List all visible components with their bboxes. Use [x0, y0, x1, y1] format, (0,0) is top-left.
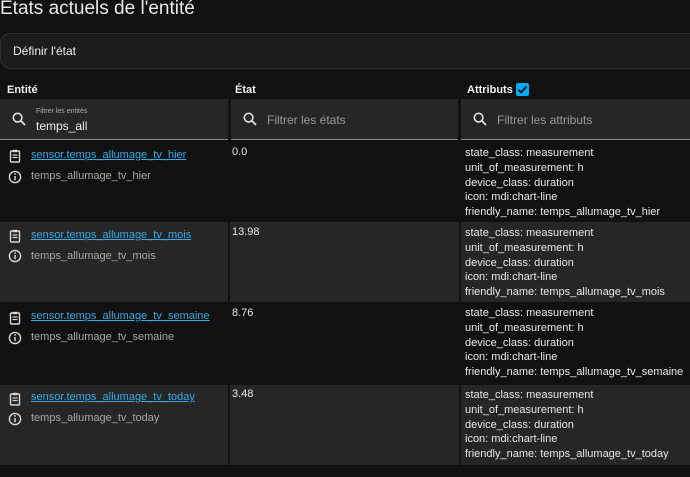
info-circle-icon[interactable] [8, 170, 22, 184]
entity-name: temps_allumage_tv_hier [31, 170, 151, 182]
entity-attributes: state_class: measurement unit_of_measure… [465, 388, 669, 462]
attribute-line: device_class: duration [465, 256, 574, 269]
entity-name: temps_allumage_tv_semaine [31, 331, 175, 343]
column-header-entity: Entité [7, 84, 38, 96]
set-state-panel[interactable]: Définir l'état [0, 33, 690, 69]
attributes-checkbox[interactable] [516, 83, 529, 96]
attribute-line: friendly_name: temps_allumage_tv_today [465, 448, 669, 461]
entity-attributes: state_class: measurement unit_of_measure… [465, 306, 683, 380]
attribute-line: icon: mdi:chart-line [465, 351, 558, 364]
clipboard-icon[interactable] [8, 229, 22, 243]
entity-filter-value: temps_all [36, 119, 88, 133]
entity-state: 3.48 [232, 388, 254, 400]
entity-id-link[interactable]: sensor.temps_allumage_tv_mois [31, 229, 191, 241]
entity-name: temps_allumage_tv_today [31, 412, 160, 424]
info-circle-icon[interactable] [8, 331, 22, 345]
entity-name: temps_allumage_tv_mois [31, 250, 156, 262]
entity-state: 13.98 [232, 226, 260, 238]
magnify-icon [12, 112, 26, 126]
page-title: États actuels de l'entité [0, 0, 195, 19]
info-circle-icon[interactable] [8, 249, 22, 263]
entity-id-link[interactable]: sensor.temps_allumage_tv_today [31, 391, 195, 403]
attribute-line: unit_of_measurement: h [465, 403, 584, 416]
attribute-line: friendly_name: temps_allumage_tv_hier [465, 206, 661, 219]
attribute-line: state_class: measurement [465, 389, 594, 401]
entity-filter-label: Filtrer les entités [36, 108, 88, 115]
attribute-line: friendly_name: temps_allumage_tv_semaine [465, 366, 684, 379]
column-header-attributes: Attributs [467, 84, 513, 96]
state-filter-placeholder: Filtrer les états [267, 113, 346, 127]
attribute-line: icon: mdi:chart-line [465, 191, 558, 204]
entity-attributes: state_class: measurement unit_of_measure… [465, 226, 665, 300]
attribute-line: state_class: measurement [465, 227, 594, 239]
attribute-line: unit_of_measurement: h [465, 161, 584, 174]
entity-id-link[interactable]: sensor.temps_allumage_tv_hier [31, 149, 186, 161]
attribute-line: device_class: duration [465, 336, 574, 349]
attribute-line: icon: mdi:chart-line [465, 433, 558, 446]
entity-attributes: state_class: measurement unit_of_measure… [465, 146, 660, 220]
attribute-line: device_class: duration [465, 418, 574, 431]
clipboard-icon[interactable] [8, 311, 22, 325]
magnify-icon [243, 112, 257, 126]
attribute-line: state_class: measurement [465, 307, 594, 319]
clipboard-icon[interactable] [8, 149, 22, 163]
set-state-label: Définir l'état [13, 44, 76, 58]
table-row: sensor.temps_allumage_tv_semaine temps_a… [0, 302, 690, 383]
entity-state: 0.0 [232, 146, 248, 158]
entity-state: 8.76 [232, 307, 254, 319]
attribute-line: unit_of_measurement: h [465, 241, 584, 254]
clipboard-icon[interactable] [8, 392, 22, 406]
attribute-line: friendly_name: temps_allumage_tv_mois [465, 286, 665, 299]
table-row: sensor.temps_allumage_tv_mois temps_allu… [0, 222, 690, 302]
info-circle-icon[interactable] [8, 412, 22, 426]
column-header-state: État [235, 84, 256, 96]
checkbox-check-icon [517, 85, 528, 94]
magnify-icon [473, 112, 487, 126]
attributes-filter-placeholder: Filtrer les attributs [497, 113, 593, 127]
attribute-line: device_class: duration [465, 176, 574, 189]
table-row: sensor.temps_allumage_tv_hier temps_allu… [0, 143, 690, 222]
attribute-line: icon: mdi:chart-line [465, 271, 558, 284]
attribute-line: unit_of_measurement: h [465, 321, 584, 334]
state-filter-input[interactable]: Filtrer les états [231, 99, 458, 140]
attributes-filter-input[interactable]: Filtrer les attributs [461, 99, 690, 140]
table-row: sensor.temps_allumage_tv_today temps_all… [0, 385, 690, 465]
attribute-line: state_class: measurement [465, 147, 594, 159]
entity-id-link[interactable]: sensor.temps_allumage_tv_semaine [31, 310, 210, 322]
entity-filter-input[interactable]: Filtrer les entités temps_all [0, 99, 228, 140]
